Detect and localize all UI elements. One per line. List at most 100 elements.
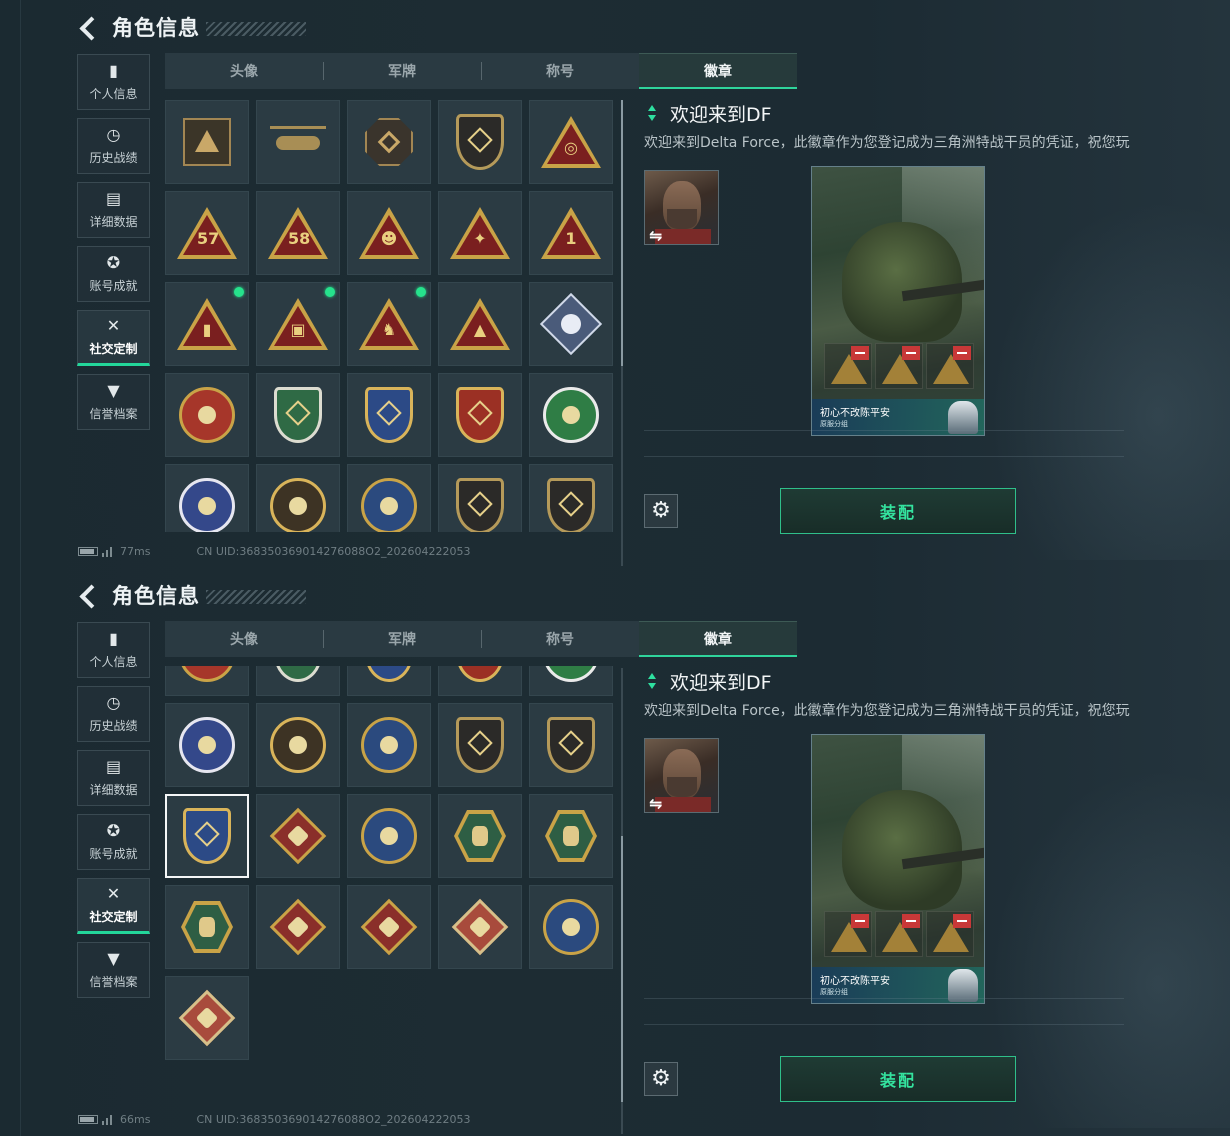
- badge-title-row: 欢迎来到DF: [644, 100, 1164, 126]
- back-arrow-icon[interactable]: [78, 582, 100, 608]
- sun-star-badge[interactable]: [165, 373, 249, 457]
- card-slot-1[interactable]: [824, 343, 872, 389]
- sniper-shield-badge[interactable]: [529, 703, 613, 787]
- crossed-target-badge[interactable]: [347, 464, 431, 532]
- gyro-triangle-badge-art: ◎: [539, 110, 603, 174]
- tab-3[interactable]: 称号: [481, 621, 639, 657]
- delta-badge[interactable]: [165, 100, 249, 184]
- blue-shield-badge[interactable]: [347, 666, 431, 696]
- sidebar-item-6[interactable]: ▼ 信誉档案: [77, 374, 150, 430]
- sidebar-item-4[interactable]: ✪ 账号成就: [77, 814, 150, 870]
- skull-crosshair-badge[interactable]: [529, 666, 613, 696]
- remove-icon[interactable]: [953, 346, 971, 360]
- settings-button[interactable]: ⚙: [644, 1062, 678, 1096]
- sidebar-item-label: 社交定制: [89, 910, 138, 924]
- sun-star-badge[interactable]: [165, 666, 249, 696]
- sidebar-item-2[interactable]: ◷ 历史战绩: [77, 686, 150, 742]
- remove-icon[interactable]: [851, 914, 869, 928]
- tools-diamond-badge[interactable]: [165, 976, 249, 1060]
- ticket-57-badge[interactable]: 57: [165, 191, 249, 275]
- operator-hex-badge[interactable]: [165, 885, 249, 969]
- dragon-red-diamond-badge[interactable]: [347, 885, 431, 969]
- dagger-shield-badge[interactable]: [438, 100, 522, 184]
- sunburst-badge[interactable]: [256, 703, 340, 787]
- sidebar-item-5[interactable]: ✕ 社交定制: [77, 878, 150, 934]
- swap-icon[interactable]: ⇋: [649, 794, 662, 812]
- remove-icon[interactable]: [902, 346, 920, 360]
- crossed-target-badge[interactable]: [347, 703, 431, 787]
- tiger-crest-badge[interactable]: [165, 703, 249, 787]
- rifle-shield-badge[interactable]: [438, 464, 522, 532]
- card-slot-1[interactable]: [824, 911, 872, 957]
- badge-grid-viewport[interactable]: ◎ 5758☻✦1 ▮ ▣ ♞▲: [165, 98, 615, 532]
- green-shield-badge[interactable]: [256, 373, 340, 457]
- settings-button[interactable]: ⚙: [644, 494, 678, 528]
- equip-button[interactable]: 装配: [780, 1056, 1016, 1102]
- wasp-hex-badge[interactable]: [438, 794, 522, 878]
- card-slot-2[interactable]: [875, 343, 923, 389]
- grid-scrollbar-thumb[interactable]: [621, 836, 623, 1102]
- remove-icon[interactable]: [902, 914, 920, 928]
- card-slot-3[interactable]: [926, 911, 974, 957]
- skull-crosshair-badge[interactable]: [529, 373, 613, 457]
- avatar-scarf: [655, 229, 711, 244]
- swap-icon[interactable]: ⇋: [649, 226, 662, 244]
- equip-button[interactable]: 装配: [780, 488, 1016, 534]
- sidebar-item-4[interactable]: ✪ 账号成就: [77, 246, 150, 302]
- tab-4[interactable]: 徽章: [639, 621, 797, 657]
- squad-triangle-badge[interactable]: ♞: [347, 282, 431, 366]
- blue-shield-badge[interactable]: [347, 373, 431, 457]
- octagon-badge[interactable]: [347, 100, 431, 184]
- tab-2[interactable]: 军牌: [323, 621, 481, 657]
- card-slot-3[interactable]: [926, 343, 974, 389]
- remove-icon[interactable]: [851, 346, 869, 360]
- back-arrow-icon[interactable]: [78, 14, 100, 40]
- tab-4[interactable]: 徽章: [639, 53, 797, 89]
- eagle-circle-badge[interactable]: [347, 794, 431, 878]
- tab-2[interactable]: 军牌: [323, 53, 481, 89]
- wings-triangle-badge[interactable]: ✦: [438, 191, 522, 275]
- sidebar-item-1[interactable]: ▮ 个人信息: [77, 622, 150, 678]
- sidebar-item-1[interactable]: ▮ 个人信息: [77, 54, 150, 110]
- rose-diamond-badge[interactable]: [529, 282, 613, 366]
- drive-triangle-badge[interactable]: ▮: [165, 282, 249, 366]
- sunburst-badge[interactable]: [256, 464, 340, 532]
- badge-grid-viewport[interactable]: ◎5758☻✦1▮▣♞▲: [165, 666, 615, 1100]
- ticket-58-badge[interactable]: 58: [256, 191, 340, 275]
- medic-hex-badge[interactable]: [529, 794, 613, 878]
- badge-description: 欢迎来到Delta Force，此徽章作为您登记成为三角洲特战干员的凭证，祝您玩: [644, 135, 1130, 151]
- grid-scrollbar-thumb[interactable]: [621, 100, 623, 366]
- drive-triangle-badge-art: ▮: [175, 292, 239, 356]
- rocket-triangle-badge[interactable]: ▲: [438, 282, 522, 366]
- rifle-shield-badge[interactable]: [438, 703, 522, 787]
- red-shield-badge[interactable]: [438, 666, 522, 696]
- card-triangle-badge-art: ▣: [266, 292, 330, 356]
- card-triangle-badge[interactable]: ▣: [256, 282, 340, 366]
- player-avatar[interactable]: ⇋: [644, 170, 719, 245]
- gyro-triangle-badge[interactable]: ◎: [529, 100, 613, 184]
- wolf-diamond-badge[interactable]: [256, 794, 340, 878]
- sidebar-item-3[interactable]: ▤ 详细数据: [77, 182, 150, 238]
- sidebar-item-5[interactable]: ✕ 社交定制: [77, 310, 150, 366]
- player-avatar[interactable]: ⇋: [644, 738, 719, 813]
- sidebar-item-2[interactable]: ◷ 历史战绩: [77, 118, 150, 174]
- sidebar-item-6[interactable]: ▼ 信誉档案: [77, 942, 150, 998]
- helicopter-badge[interactable]: [256, 100, 340, 184]
- lynx-circle-badge[interactable]: [529, 885, 613, 969]
- dragon-diamond-badge[interactable]: [256, 885, 340, 969]
- tab-1[interactable]: 头像: [165, 53, 323, 89]
- tab-3[interactable]: 称号: [481, 53, 639, 89]
- badge-title-row: 欢迎来到DF: [644, 668, 1164, 694]
- card-slot-2[interactable]: [875, 911, 923, 957]
- gold-shield-crosshair[interactable]: [165, 794, 249, 878]
- green-shield-badge[interactable]: [256, 666, 340, 696]
- sniper-shield-badge[interactable]: [529, 464, 613, 532]
- runner-diamond-badge[interactable]: [438, 885, 522, 969]
- red-shield-badge[interactable]: [438, 373, 522, 457]
- operator-triangle-badge[interactable]: ☻: [347, 191, 431, 275]
- tab-1[interactable]: 头像: [165, 621, 323, 657]
- tiger-crest-badge[interactable]: [165, 464, 249, 532]
- number-one-badge[interactable]: 1: [529, 191, 613, 275]
- remove-icon[interactable]: [953, 914, 971, 928]
- sidebar-item-3[interactable]: ▤ 详细数据: [77, 750, 150, 806]
